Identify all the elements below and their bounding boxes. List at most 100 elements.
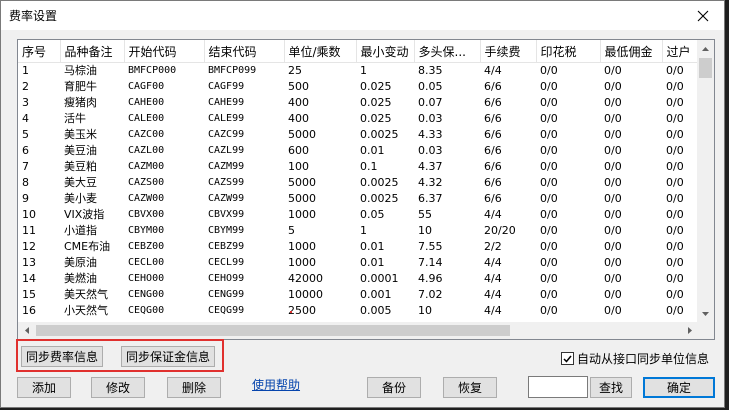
table-cell: 0/0 — [540, 272, 558, 285]
table-cell: 10 — [418, 304, 432, 317]
scroll-left-button[interactable] — [18, 322, 35, 339]
backup-button[interactable]: 备份 — [367, 377, 421, 398]
add-button[interactable]: 添加 — [17, 377, 71, 398]
table-cell: CBYM00 — [128, 225, 165, 236]
vertical-scrollbar[interactable] — [697, 40, 714, 322]
table-cell: CAZW99 — [208, 193, 245, 204]
table-cell: 0/0 — [604, 304, 622, 317]
table-cell: CAHE99 — [208, 97, 245, 108]
table-row[interactable]: 12 CME布油 CEBZ00 CEBZ99 1000 0.01 7.55 2/2 0/0 0/0… — [18, 239, 698, 255]
table-cell: 0/0 — [540, 240, 558, 253]
table-cell: BMFCP000 — [128, 65, 177, 76]
table-cell: CBYM99 — [208, 225, 245, 236]
table-cell: 7.55 — [418, 240, 443, 253]
fee-table[interactable]: 序号 品种备注 开始代码 结束代码 单位/乘数 最小变动 多头保... 手续费 印花税 最低佣金过… — [17, 39, 715, 340]
vertical-scroll-thumb[interactable] — [699, 58, 712, 78]
checkmark-icon — [563, 355, 572, 363]
column-header[interactable]: 结束代码 — [204, 40, 285, 63]
table-row[interactable]: 9 美小麦 CAZW00 CAZW99 5000 0.0025 6.37 6/6 0/0 0/0 0… — [18, 191, 698, 207]
table-cell: 0.025 — [360, 96, 392, 109]
table-cell: 11 — [22, 224, 36, 237]
restore-button[interactable]: 恢复 — [443, 377, 497, 398]
table-cell: 0/0 — [666, 304, 684, 317]
table-cell: CEBZ99 — [208, 241, 245, 252]
table-row[interactable]: 10 VIX波指 CBVX00 CBVX99 1000 0.05 55 4/4 0/0 0/0 0/… — [18, 207, 698, 223]
title-bar[interactable]: 费率设置 — [1, 1, 724, 30]
table-row[interactable]: 7 美豆粕 CAZM00 CAZM99 100 0.1 4.37 6/6 0/0 0/0 0/0 — [18, 159, 698, 175]
column-header[interactable]: 多头保... — [414, 40, 481, 63]
help-link[interactable]: 使用帮助 — [252, 376, 300, 393]
table-cell: 7 — [22, 160, 29, 173]
table-cell: 0/0 — [540, 304, 558, 317]
scroll-up-button[interactable] — [697, 40, 714, 57]
table-cell: 0/0 — [666, 272, 684, 285]
table-cell: 6/6 — [484, 144, 502, 157]
table-cell: 0/0 — [540, 80, 558, 93]
table-row[interactable]: 8 美大豆 CAZS00 CAZS99 5000 0.0025 4.32 6/6 0/0 0/0 0… — [18, 175, 698, 191]
scroll-right-button[interactable] — [681, 322, 698, 339]
table-cell: 2/2 — [484, 240, 502, 253]
table-row[interactable]: 1 马棕油 BMFCP000 BMFCP099 25 1 8.35 4/4 0/0 0/0 0/0 — [18, 63, 698, 80]
table-cell: 0/0 — [666, 288, 684, 301]
table-row[interactable]: 5 美玉米 CAZC00 CAZC99 5000 0.0025 4.33 6/6 0/0 0/0 0… — [18, 127, 698, 143]
table-cell: 4/4 — [484, 272, 502, 285]
table-cell: 0/0 — [604, 224, 622, 237]
table-cell: 0/0 — [604, 208, 622, 221]
table-cell: 42000 — [288, 272, 323, 285]
table-cell: 10 — [418, 224, 432, 237]
table-row[interactable]: 14 美燃油 CEHO00 CEHO99 42000 0.0001 4.96 4/4 0/0 0/… — [18, 271, 698, 287]
column-header[interactable]: 开始代码 — [124, 40, 205, 63]
scroll-down-button[interactable] — [697, 305, 714, 322]
table-cell: CAZL00 — [128, 145, 165, 156]
table-cell: 美大豆 — [64, 176, 97, 189]
column-header[interactable]: 品种备注 — [60, 40, 125, 63]
table-cell: 0.01 — [360, 256, 385, 269]
column-header[interactable]: 手续费 — [480, 40, 537, 63]
table-cell: 育肥牛 — [64, 80, 97, 93]
table-cell: 0/0 — [540, 128, 558, 141]
column-header[interactable]: 最小变动 — [356, 40, 415, 63]
column-header[interactable]: 印花税 — [536, 40, 601, 63]
search-input[interactable] — [528, 376, 588, 398]
close-button[interactable] — [682, 1, 724, 30]
ok-button[interactable]: 确定 — [643, 377, 715, 398]
modify-button[interactable]: 修改 — [91, 377, 145, 398]
horizontal-scroll-thumb[interactable] — [36, 325, 510, 336]
table-cell: 6/6 — [484, 128, 502, 141]
table-row[interactable]: 6 美豆油 CAZL00 CAZL99 600 0.01 0.03 6/6 0/0 0/0 0/0 — [18, 143, 698, 159]
sync-fee-button[interactable]: 同步费率信息 — [21, 346, 103, 367]
table-cell: CAZS99 — [208, 177, 245, 188]
table-row[interactable]: 13 美原油 CECL00 CECL99 1000 0.01 7.14 4/4 0/0 0/0 0/… — [18, 255, 698, 271]
table-cell: 美天然气 — [64, 288, 108, 301]
table-cell: 0/0 — [604, 80, 622, 93]
column-header[interactable]: 最低佣金 — [600, 40, 663, 63]
table-cell: 0/0 — [666, 256, 684, 269]
table-row[interactable]: 16 小天然气 CEQG00 CEQG99 2500 0.005 10 4/4 0/0 0/0 0/… — [18, 303, 698, 319]
horizontal-scrollbar[interactable] — [18, 322, 698, 339]
table-cell: 1 — [360, 224, 367, 237]
table-cell: 6/6 — [484, 160, 502, 173]
table-cell: CENG99 — [208, 289, 245, 300]
auto-sync-checkbox[interactable] — [561, 352, 574, 365]
table-cell: 6.37 — [418, 192, 443, 205]
delete-button[interactable]: 删除 — [167, 377, 221, 398]
table-cell: 0/0 — [604, 272, 622, 285]
search-button[interactable]: 查找 — [590, 377, 632, 398]
table-cell: 25 — [288, 64, 302, 77]
table-cell: 400 — [288, 96, 309, 109]
table-cell: CAHE00 — [128, 97, 165, 108]
table-row[interactable]: 15 美天然气 CENG00 CENG99 10000 0.001 7.02 4/4 0/0 0/… — [18, 287, 698, 303]
column-header[interactable]: 过户 — [662, 40, 698, 63]
auto-sync-option[interactable]: 自动从接口同步单位信息 — [561, 350, 709, 367]
column-header[interactable]: 序号 — [18, 40, 61, 63]
table-row[interactable]: 11 小道指 CBYM00 CBYM99 5 1 10 20/20 0/0 0/0 0/0 — [18, 223, 698, 239]
table-row[interactable]: 4 活牛 CALE00 CALE99 400 0.025 0.03 6/6 0/0 0/0 0/0 — [18, 111, 698, 127]
table-row[interactable]: 2 育肥牛 CAGF00 CAGF99 500 0.025 0.05 6/6 0/0 0/0 0/0 — [18, 79, 698, 95]
column-header[interactable]: 单位/乘数 — [284, 40, 357, 63]
table-row[interactable]: 3 瘦猪肉 CAHE00 CAHE99 400 0.025 0.07 6/6 0/0 0/0 0/0 — [18, 95, 698, 111]
table-cell: 美燃油 — [64, 272, 97, 285]
sync-margin-button[interactable]: 同步保证金信息 — [121, 346, 215, 367]
table-cell: 美玉米 — [64, 128, 97, 141]
table-cell: CECL00 — [128, 257, 165, 268]
table-cell: 8 — [22, 176, 29, 189]
